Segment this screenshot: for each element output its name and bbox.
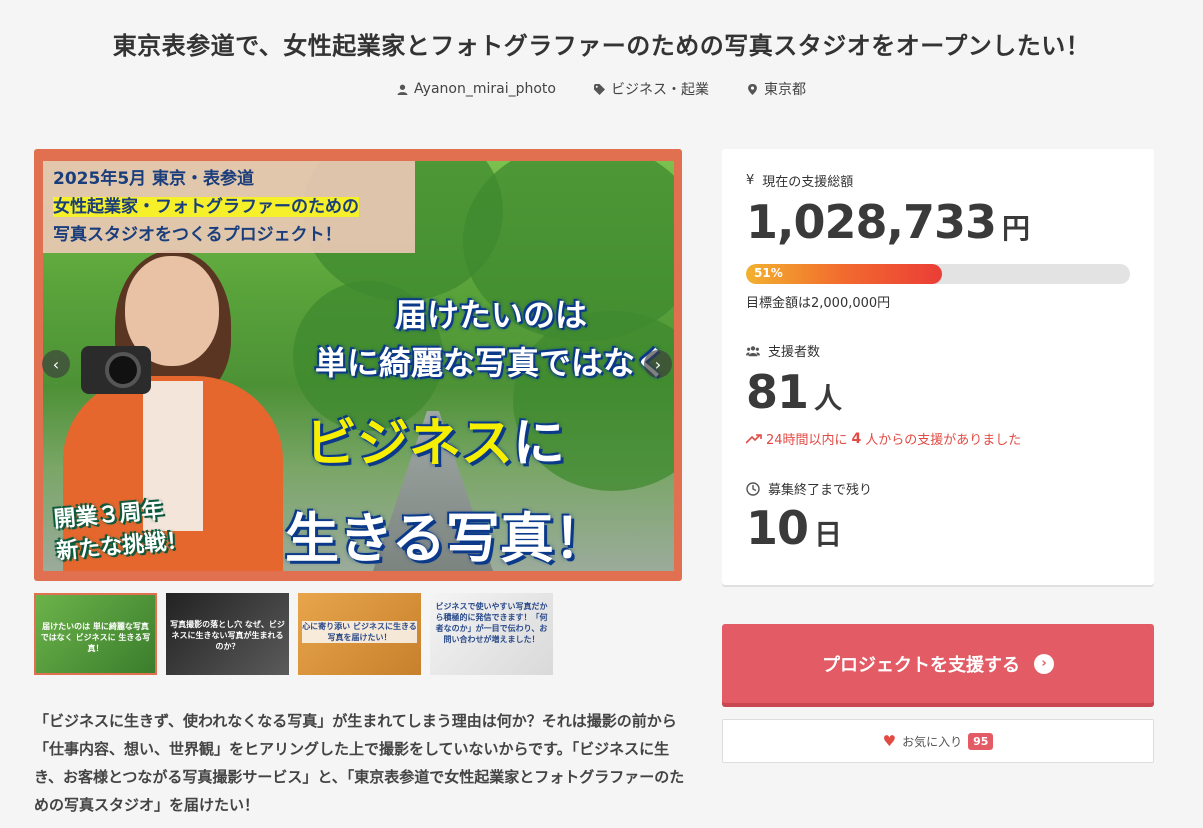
hero-badge: 2025年5月 東京・表参道 女性起業家・フォトグラファーのための 写真スタジオ… (43, 161, 415, 253)
category-name: ビジネス・起業 (610, 82, 709, 98)
carousel-next-button[interactable]: › (644, 350, 672, 378)
tag-icon (593, 83, 605, 95)
hero-photo: 2025年5月 東京・表参道 女性起業家・フォトグラファーのための 写真スタジオ… (43, 161, 674, 571)
hero-badge-line1: 2025年5月 東京・表参道 (53, 169, 255, 189)
map-pin-icon (748, 83, 757, 95)
funding-stats-card: ¥ 現在の支援総額 1,028,733 円 51% 目標金額は2,000,000円… (722, 149, 1154, 585)
backers-unit: 人 (814, 382, 843, 415)
remaining-label: 募集終了まで残り (768, 483, 873, 498)
recent-suffix: 人からの支援がありました (865, 433, 1022, 448)
hero-image[interactable]: 2025年5月 東京・表参道 女性起業家・フォトグラファーのための 写真スタジオ… (34, 149, 682, 581)
heart-icon: ♥ (882, 732, 897, 750)
backers-label-row: 支援者数 (746, 341, 820, 360)
thumbnail-caption: ビジネスで使いやすい写真だから積極的に発信できます！「何者なのか」が一目で伝わり… (435, 602, 548, 644)
yen-icon: ¥ (746, 173, 755, 188)
support-project-button[interactable]: プロジェクトを支援する › (722, 624, 1154, 703)
total-amount-row: 1,028,733 円 (746, 195, 1030, 249)
recent-support-note: 24時間以内に 4 人からの支援がありました (746, 429, 1021, 448)
chevron-right-icon: › (654, 354, 662, 374)
thumbnail-3[interactable]: 心に寄り添い ビジネスに生きる写真を届けたい！ (298, 593, 421, 675)
remaining-label-row: 募集終了まで残り (746, 479, 872, 498)
hero-headline-line1: 届けたいのは (394, 296, 587, 334)
anniversary-label: 開業３周年 新たな挑戦！ (52, 493, 189, 568)
hero-highlight-word: ビジネス (305, 414, 514, 474)
hero-badge-line3: 写真スタジオをつくるプロジェクト！ (53, 225, 342, 245)
chevron-left-icon: ‹ (52, 354, 60, 374)
progress-percent: 51% (754, 266, 783, 280)
page-title: 東京表参道で、女性起業家とフォトグラファーのための写真スタジオをオープンしたい！ (112, 32, 1091, 60)
backers-label: 支援者数 (768, 345, 821, 360)
thumbnail-4[interactable]: ビジネスで使いやすい写真だから積極的に発信できます！「何者なのか」が一目で伝わり… (430, 593, 553, 675)
arrow-right-circle-icon: › (1034, 653, 1054, 674)
hero-headline: 届けたいのは 単に綺麗な写真ではなく (301, 291, 674, 387)
remaining-days: 10 (746, 501, 809, 555)
thumbnail-caption: 届けたいのは 単に綺麗な写真ではなく ビジネスに 生きる写真！ (40, 622, 151, 653)
user-icon (397, 84, 408, 95)
thumbnail-caption: 写真撮影の落とし穴 なぜ、ビジネスに生きない写真が生まれるのか？ (170, 620, 285, 651)
category-link[interactable]: ビジネス・起業 (593, 79, 709, 99)
thumbnail-caption: 心に寄り添い ビジネスに生きる写真を届けたい！ (302, 621, 417, 643)
total-label: 現在の支援総額 (762, 175, 854, 190)
progress-bar: 51% (746, 264, 1130, 284)
users-icon (746, 345, 760, 356)
carousel-prev-button[interactable]: ‹ (42, 350, 70, 378)
thumbnail-2[interactable]: 写真撮影の落とし穴 なぜ、ビジネスに生きない写真が生まれるのか？ (166, 593, 289, 675)
backers-count: 81 (746, 365, 809, 419)
owner-link[interactable]: Ayanon_mirai_photo (397, 79, 556, 99)
thumbnail-strip: 届けたいのは 単に綺麗な写真ではなく ビジネスに 生きる写真！ 写真撮影の落とし… (34, 593, 553, 675)
hero-highlight: ビジネスに (305, 401, 565, 476)
total-unit: 円 (1002, 212, 1031, 245)
total-amount: 1,028,733 (746, 195, 997, 249)
favorite-label: お気に入り (902, 734, 963, 749)
project-description: 「ビジネスに生きず、使われなくなる写真」が生まれてしまう理由は何か？それは撮影の… (34, 712, 685, 814)
thumbnail-1[interactable]: 届けたいのは 単に綺麗な写真ではなく ビジネスに 生きる写真！ (34, 593, 157, 675)
backers-count-row: 81 人 (746, 365, 842, 419)
camera-icon (81, 346, 151, 394)
hero-tagline: 生きる写真！ (285, 507, 608, 570)
trending-up-icon (746, 433, 762, 444)
hero-headline-line2: 単に綺麗な写真ではなく (314, 344, 667, 382)
owner-name: Ayanon_mirai_photo (414, 81, 556, 97)
total-label-row: ¥ 現在の支援総額 (746, 171, 853, 190)
location-link[interactable]: 東京都 (747, 79, 806, 99)
favorite-count: 95 (968, 732, 994, 750)
favorite-button[interactable]: ♥ お気に入り 95 (722, 719, 1154, 763)
recent-prefix: 24時間以内に (766, 433, 848, 448)
remaining-unit: 日 (814, 518, 843, 551)
clock-icon (746, 481, 760, 496)
project-meta: Ayanon_mirai_photo ビジネス・起業 東京都 (0, 79, 1203, 99)
remaining-days-row: 10 日 (746, 501, 842, 555)
support-button-label: プロジェクトを支援する (822, 654, 1020, 676)
location-name: 東京都 (763, 82, 806, 98)
goal-amount: 目標金額は2,000,000円 (746, 296, 891, 311)
recent-count: 4 (851, 430, 862, 447)
hero-highlight-suffix: に (513, 414, 566, 474)
hero-badge-line2: 女性起業家・フォトグラファーのための (53, 197, 359, 217)
